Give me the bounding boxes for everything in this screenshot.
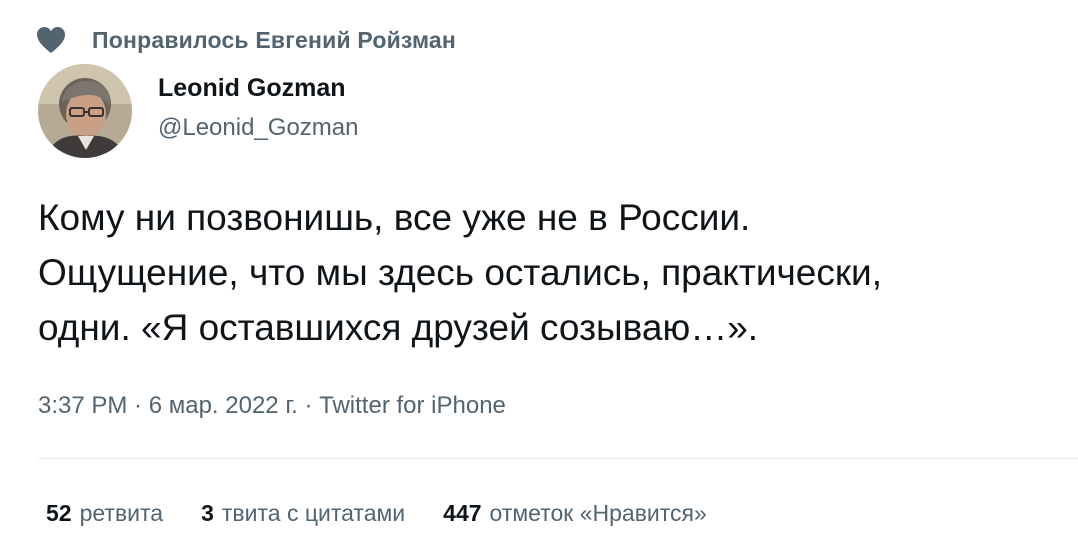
tweet-text-line: Ощущение, что мы здесь остались, практич… xyxy=(38,252,883,293)
tweet-text-line: Кому ни позвонишь, все уже не в России. xyxy=(38,197,751,238)
retweets-count: 52 xyxy=(46,500,72,526)
retweets-stat[interactable]: 52 ретвита xyxy=(46,500,163,527)
divider xyxy=(38,458,1078,459)
heart-icon xyxy=(36,26,66,54)
tweet-stats: 52 ретвита 3 твита с цитатами 447 отметок «… xyxy=(46,500,745,527)
social-context-text: Понравилось Евгений Ройзман xyxy=(92,26,456,53)
quote-tweets-count: 3 xyxy=(201,500,214,526)
retweets-label: ретвита xyxy=(79,500,164,526)
tweet-text-line: одни. «Я оставшихся друзей созываю…». xyxy=(38,307,759,348)
tweet-meta[interactable]: 3:37 PM · 6 мар. 2022 г. · Twitter for i… xyxy=(38,392,506,420)
likes-stat[interactable]: 447 отметок «Нравится» xyxy=(443,500,707,527)
quote-tweets-stat[interactable]: 3 твита с цитатами xyxy=(201,500,405,527)
author-handle[interactable]: @Leonid_Gozman xyxy=(158,114,358,142)
likes-label: отметок «Нравится» xyxy=(489,500,707,526)
social-context[interactable]: Понравилось Евгений Ройзман xyxy=(36,24,456,56)
likes-count: 447 xyxy=(443,500,482,526)
author-name[interactable]: Leonid Gozman xyxy=(158,74,346,103)
quote-tweets-label: твита с цитатами xyxy=(221,500,406,526)
avatar[interactable] xyxy=(38,64,132,158)
tweet-text: Кому ни позвонишь, все уже не в России. … xyxy=(38,190,1074,355)
